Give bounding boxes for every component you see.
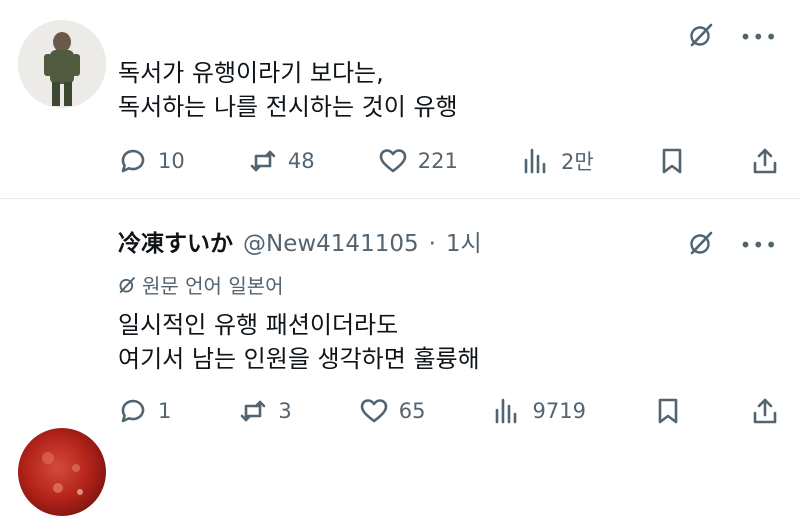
tweet-2[interactable]: 冷凍すいか @New4141105 · 1시 ••• 원문 언어 일본어 일시적…	[0, 200, 800, 516]
repost-icon	[241, 400, 266, 422]
bookmark-button[interactable]	[657, 146, 687, 176]
bookmark-button[interactable]	[653, 396, 683, 426]
views-button[interactable]: 9719	[492, 396, 586, 426]
repost-icon	[250, 150, 276, 172]
repost-button[interactable]: 3	[238, 396, 292, 426]
views-count: 9719	[532, 399, 586, 423]
tweet-text: 독서가 유행이라기 보다는, 독서하는 나를 전시하는 것이 유행	[118, 59, 458, 121]
reply-count: 1	[158, 399, 172, 423]
like-count: 221	[417, 149, 458, 173]
reply-count: 10	[158, 149, 185, 173]
display-name[interactable]: 冷凍すいか	[118, 224, 233, 258]
bookmark-icon	[658, 398, 678, 424]
more-icon[interactable]: •••	[740, 27, 778, 47]
like-icon	[360, 399, 388, 423]
like-count: 65	[398, 399, 426, 423]
share-button[interactable]	[750, 146, 780, 176]
grok-icon[interactable]	[688, 22, 714, 52]
timestamp[interactable]: 1시	[446, 224, 482, 258]
views-count: 2만	[560, 150, 594, 174]
bookmark-icon	[662, 148, 682, 174]
action-bar: 10 48 221 2만	[118, 146, 780, 176]
user-handle[interactable]: @New4141105	[243, 231, 419, 257]
share-button[interactable]	[750, 396, 780, 426]
action-bar: 1 3 65 9719	[118, 396, 780, 426]
repost-count: 48	[287, 149, 315, 173]
like-button[interactable]: 65	[359, 396, 426, 426]
reply-icon	[121, 399, 145, 423]
more-icon[interactable]: •••	[740, 235, 778, 255]
views-icon	[496, 398, 517, 424]
reply-button[interactable]: 10	[118, 146, 185, 176]
grok-icon[interactable]	[688, 230, 714, 260]
separator: ·	[428, 231, 436, 257]
repost-button[interactable]: 48	[248, 146, 315, 176]
tweet-text: 일시적인 유행 패션이더라도 여기서 남는 인원을 생각하면 훌륭해	[118, 311, 480, 373]
avatar[interactable]	[18, 20, 106, 108]
reply-button[interactable]: 1	[118, 396, 171, 426]
reply-icon	[121, 149, 145, 173]
repost-count: 3	[278, 399, 292, 423]
like-icon	[379, 149, 407, 173]
avatar[interactable]	[18, 428, 106, 516]
views-icon	[524, 148, 546, 174]
grok-icon	[119, 276, 135, 293]
divider	[0, 198, 800, 199]
tweet-1[interactable]: ••• 독서가 유행이라기 보다는, 독서하는 나를 전시하는 것이 유행 10…	[0, 0, 800, 200]
tweet-header: 冷凍すいか @New4141105 · 1시	[118, 224, 482, 258]
share-icon	[753, 398, 777, 424]
like-button[interactable]: 221	[378, 146, 458, 176]
views-button[interactable]: 2만	[521, 146, 594, 176]
translation-indicator[interactable]: 원문 언어 일본어	[118, 270, 284, 299]
share-icon	[753, 148, 777, 174]
translation-label: 원문 언어 일본어	[142, 274, 284, 298]
